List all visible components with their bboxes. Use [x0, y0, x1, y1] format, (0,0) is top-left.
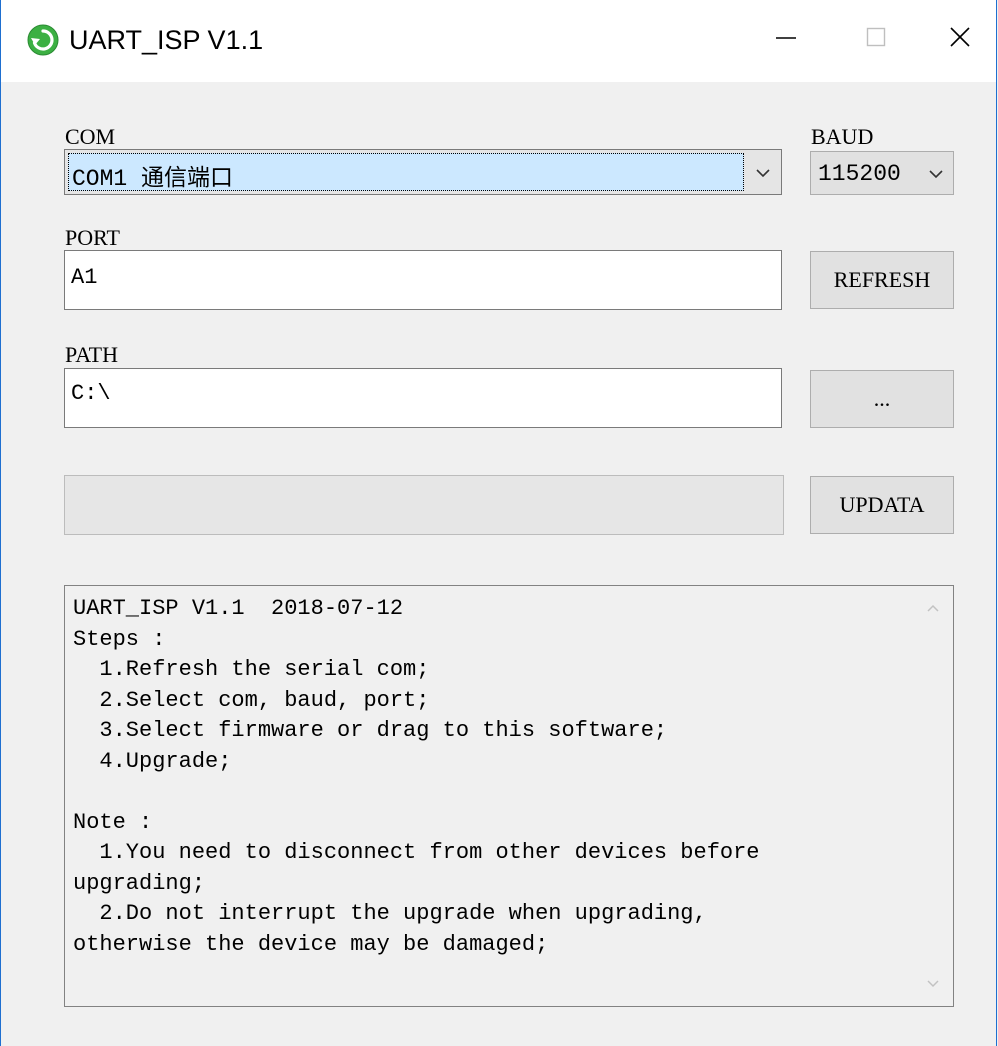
log-line: upgrading; — [73, 870, 206, 896]
update-button[interactable]: UPDATA — [810, 476, 954, 534]
close-button[interactable] — [921, 0, 998, 78]
app-window: UART_ISP V1.1 COM COM1 通信端口 BAUD 115200 … — [0, 0, 997, 1046]
com-label: COM — [65, 124, 116, 149]
log-line: otherwise the device may be damaged; — [73, 931, 549, 957]
refresh-button[interactable]: REFRESH — [810, 251, 954, 309]
port-label: PORT — [65, 225, 120, 250]
scroll-up-arrow-icon[interactable] — [925, 600, 941, 616]
log-line: 2.Do not interrupt the upgrade when upgr… — [73, 901, 707, 926]
update-progress-bar — [64, 475, 784, 535]
minimize-icon — [775, 26, 797, 53]
com-select[interactable]: COM1 通信端口 — [64, 149, 782, 195]
minimize-button[interactable] — [741, 0, 831, 78]
log-line: 1.You need to disconnect from other devi… — [73, 840, 760, 865]
log-line: 3.Select firmware or drag to this softwa… — [73, 718, 668, 743]
refresh-arrow-icon — [27, 24, 59, 56]
scroll-down-arrow-icon[interactable] — [925, 976, 941, 992]
com-select-value: COM1 通信端口 — [72, 166, 234, 192]
port-input-value: A1 — [71, 265, 98, 290]
window-title: UART_ISP V1.1 — [69, 25, 264, 55]
log-textarea[interactable]: UART_ISP V1.1 2018-07-12 Steps : 1.Refre… — [64, 585, 954, 1007]
path-input[interactable]: C:\ — [64, 368, 782, 428]
log-line: 4.Upgrade; — [73, 748, 232, 774]
log-line: Steps : — [73, 626, 166, 652]
chevron-down-icon — [926, 164, 946, 184]
port-input[interactable]: A1 — [64, 250, 782, 310]
title-bar[interactable]: UART_ISP V1.1 — [1, 0, 996, 82]
path-input-value: C:\ — [71, 381, 111, 406]
baud-label: BAUD — [811, 124, 874, 149]
baud-select-value: 115200 — [818, 161, 901, 187]
log-text: UART_ISP V1.1 2018-07-12 Steps : 1.Refre… — [73, 594, 913, 960]
log-line: 1.Refresh the serial com; — [73, 657, 430, 682]
path-label: PATH — [65, 342, 118, 367]
baud-select[interactable]: 115200 — [810, 151, 954, 195]
log-line: 2.Select com, baud, port; — [73, 687, 430, 713]
maximize-icon — [866, 27, 886, 52]
close-icon — [949, 26, 971, 53]
log-line: UART_ISP V1.1 2018-07-12 — [73, 596, 404, 621]
log-line: Note : — [73, 809, 153, 835]
maximize-button[interactable] — [831, 0, 921, 78]
browse-button[interactable]: ... — [810, 370, 954, 428]
chevron-down-icon — [753, 163, 773, 183]
